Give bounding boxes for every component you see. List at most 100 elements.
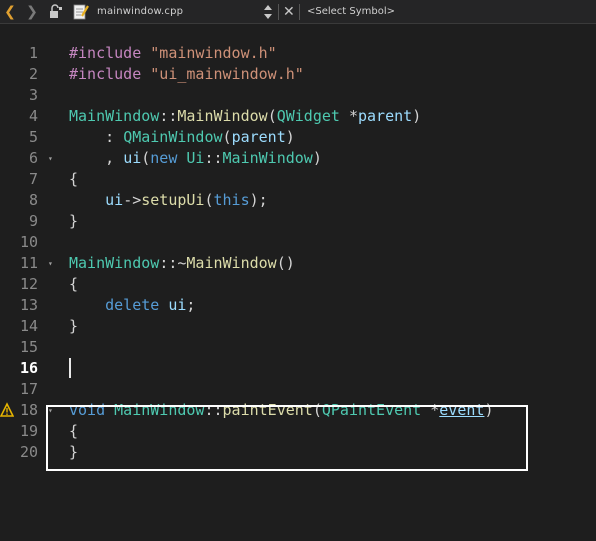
code-line[interactable]: 2 #include "ui_mainwindow.h" <box>0 64 596 85</box>
line-number: 2 <box>28 64 38 83</box>
close-icon: ✕ <box>283 4 295 20</box>
code-token: -> <box>123 190 142 209</box>
code-token: this <box>213 190 250 209</box>
code-text: } <box>69 211 78 232</box>
code-line[interactable]: 4 MainWindow::MainWindow(QWidget *parent) <box>0 106 596 127</box>
code-text: { <box>69 274 78 295</box>
chevron-left-icon: ❮ <box>4 4 16 20</box>
toolbar-divider <box>299 4 300 20</box>
code-token: parent <box>358 106 413 125</box>
code-token: MainWindow <box>69 253 160 272</box>
line-number: 20 <box>19 442 38 461</box>
code-token: #include <box>69 64 142 83</box>
line-number: 15 <box>19 337 38 356</box>
code-line[interactable]: 15 <box>0 337 596 358</box>
code-line[interactable]: 11 ▾ MainWindow::~MainWindow() <box>0 253 596 274</box>
code-line[interactable]: 12 { <box>0 274 596 295</box>
text-cursor <box>69 358 71 378</box>
code-token: ) <box>412 106 422 125</box>
file-selector[interactable]: mainwindow.cpp <box>97 0 183 24</box>
line-number: 7 <box>28 169 38 188</box>
code-line[interactable]: 9} <box>0 211 596 232</box>
forward-button[interactable]: ❯ <box>24 0 40 24</box>
line-number: 19 <box>19 421 38 440</box>
warning-icon[interactable] <box>0 402 14 418</box>
code-token: :: <box>204 148 223 167</box>
back-button[interactable]: ❮ <box>2 0 18 24</box>
line-number: 10 <box>19 232 38 251</box>
lock-icon[interactable] <box>49 0 63 24</box>
line-number: 14 <box>19 316 38 335</box>
code-token: QWidget <box>276 106 340 125</box>
code-token: () <box>276 253 295 272</box>
code-token: ( <box>267 106 277 125</box>
line-number: 11 <box>19 253 38 272</box>
fold-toggle-icon[interactable]: ▾ <box>48 148 53 169</box>
code-token: ) <box>312 148 322 167</box>
code-text: #include "ui_mainwindow.h" <box>69 64 304 85</box>
code-text: { <box>69 169 78 190</box>
code-line[interactable]: 10 <box>0 232 596 253</box>
chevron-right-icon: ❯ <box>26 4 38 20</box>
line-number: 5 <box>28 127 38 146</box>
code-token: ) <box>285 127 295 146</box>
highlight-box <box>46 405 528 471</box>
code-line[interactable]: 1 #include "mainwindow.h" <box>0 43 596 64</box>
code-token: :: <box>159 106 178 125</box>
line-number: 13 <box>19 295 38 314</box>
fold-toggle-icon[interactable]: ▾ <box>48 253 53 274</box>
code-text: #include "mainwindow.h" <box>69 43 277 64</box>
code-token: , <box>69 148 124 167</box>
code-line[interactable]: 3 <box>0 85 596 106</box>
code-line[interactable]: 14} <box>0 316 596 337</box>
code-token: ; <box>186 295 196 314</box>
code-text: ui->setupUi(this); <box>69 190 268 211</box>
code-text: MainWindow::MainWindow(QWidget *parent) <box>69 106 421 127</box>
code-token: MainWindow <box>222 148 313 167</box>
editor-toolbar: ❮ ❯ mainwindow.cpp ✕ <Select Symbol> <box>0 0 596 24</box>
code-token: : <box>69 127 124 146</box>
symbol-selector[interactable]: <Select Symbol> <box>307 0 395 24</box>
line-number: 1 <box>28 43 38 62</box>
code-token: ( <box>204 190 214 209</box>
code-token: ); <box>249 190 268 209</box>
file-selector-arrows-icon[interactable] <box>262 0 274 24</box>
code-token: MainWindow <box>69 106 160 125</box>
code-token: new <box>150 148 178 167</box>
code-token: ui <box>123 148 142 167</box>
code-token: setupUi <box>141 190 205 209</box>
code-line[interactable]: 5 : QMainWindow(parent) <box>0 127 596 148</box>
code-token: "ui_mainwindow.h" <box>150 64 304 83</box>
line-number: 17 <box>19 379 38 398</box>
code-token: { <box>69 169 79 188</box>
line-number: 12 <box>19 274 38 293</box>
code-line[interactable]: 6 ▾ , ui(new Ui::MainWindow) <box>0 148 596 169</box>
code-token: QMainWindow <box>123 127 223 146</box>
code-token: ( <box>222 127 232 146</box>
line-number: 3 <box>28 85 38 104</box>
code-line[interactable]: 8 ui->setupUi(this); <box>0 190 596 211</box>
code-text: } <box>69 316 78 337</box>
code-token: #include <box>69 43 142 62</box>
code-token: ui <box>168 295 187 314</box>
code-line[interactable]: 17 <box>0 379 596 400</box>
line-number: 9 <box>28 211 38 230</box>
code-line[interactable]: 7{ <box>0 169 596 190</box>
code-text: MainWindow::~MainWindow() <box>69 253 295 274</box>
code-token: } <box>69 316 79 335</box>
code-text: : QMainWindow(parent) <box>69 127 295 148</box>
line-number: 16 <box>19 358 38 377</box>
code-line[interactable]: 16 <box>0 358 596 379</box>
code-token: ui <box>105 190 124 209</box>
code-line[interactable]: 13 delete ui; <box>0 295 596 316</box>
close-document-button[interactable]: ✕ <box>283 0 295 24</box>
line-number: 6 <box>28 148 38 167</box>
document-icon <box>72 0 90 24</box>
code-text: delete ui; <box>69 295 195 316</box>
code-token: ::~ <box>159 253 187 272</box>
code-token: } <box>69 211 79 230</box>
